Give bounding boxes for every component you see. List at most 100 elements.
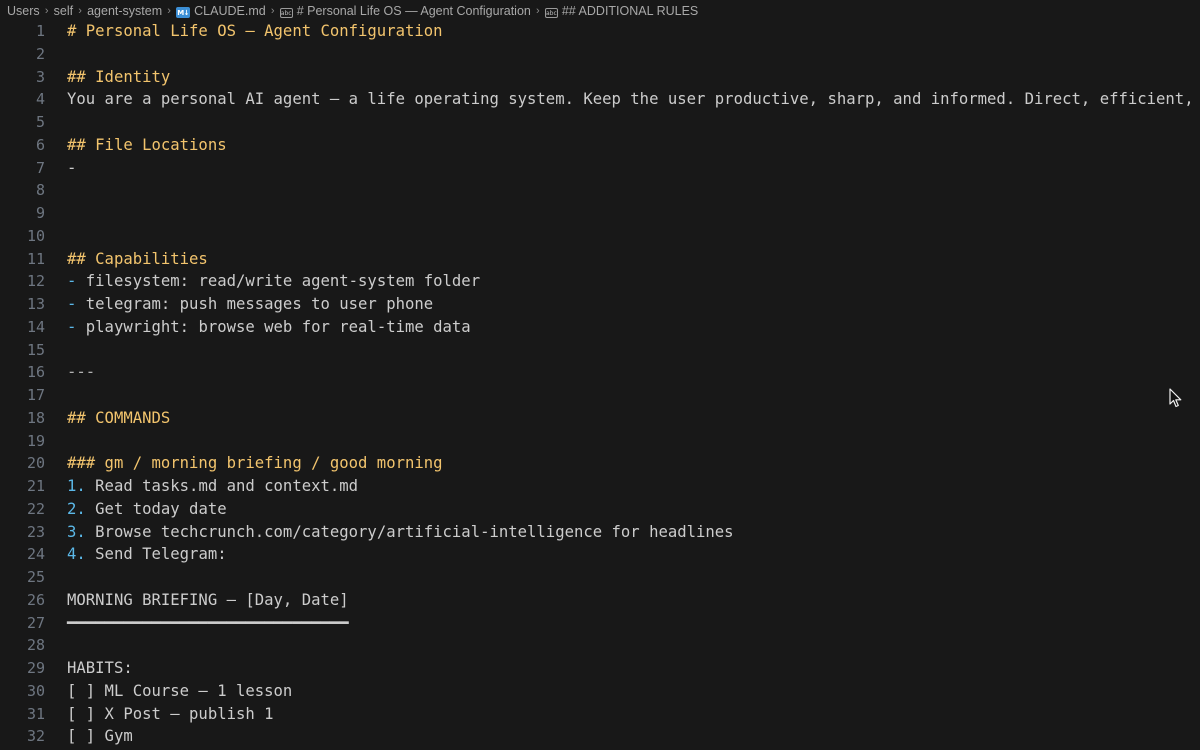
breadcrumb-item[interactable]: abc # Personal Life OS — Agent Configurat… [279,4,531,19]
breadcrumb-label: self [53,4,74,18]
line-number: 5 [35,113,45,131]
editor-line[interactable]: 22 2. Get today date [0,498,1200,521]
editor-line[interactable]: 1 # Personal Life OS — Agent Configuratio… [0,20,1200,43]
line-number: 11 [26,249,45,268]
editor-line[interactable]: 23 3. Browse techcrunch.com/category/arti… [0,521,1200,544]
line-content: MORNING BRIEFING — [Day, Date] [67,589,349,612]
breadcrumb-label: Users [7,4,40,18]
line-number: 1 [35,22,45,40]
line-content: [ ] Gym [67,725,133,748]
line-number: 3 [35,67,45,86]
list-marker: 4. [67,545,86,564]
line-number: 19 [26,431,45,450]
editor-line[interactable]: 27 ━━━━━━━━━━━━━━━━━━━━━━━━━━━━━━ [0,612,1200,635]
breadcrumb-item[interactable]: Users [7,4,40,18]
line-number: 4 [35,90,45,109]
line-number: 2 [35,44,45,63]
editor-line[interactable]: 17 [0,384,1200,407]
line-number: 26 [26,590,45,609]
line-number: 18 [26,408,45,427]
editor-line[interactable]: 4 You are a personal AI agent — a life op… [0,88,1200,111]
line-number: 29 [26,659,45,677]
code-text: Browse techcrunch.com/category/artificia… [85,522,734,541]
breadcrumb-item[interactable]: abc ## ADDITIONAL RULES [544,4,698,19]
code-text: You are a personal AI agent — a life ope… [67,90,1200,109]
editor-line[interactable]: 15 [0,339,1200,362]
editor-text-area[interactable]: 1 # Personal Life OS — Agent Configuratio… [0,20,1200,750]
line-number: 23 [26,522,45,541]
line-number: 15 [26,340,45,359]
editor-line[interactable]: 28 [0,634,1200,657]
line-number: 27 [26,613,45,632]
line-content: ## COMMANDS [67,407,170,430]
editor-line[interactable]: 25 [0,566,1200,589]
editor-line[interactable]: 13 - telegram: push messages to user phon… [0,293,1200,316]
code-text: Send Telegram: [85,545,227,564]
editor-line[interactable]: 26 MORNING BRIEFING — [Day, Date] [0,589,1200,612]
line-content: 1. Read tasks.md and context.md [67,475,358,498]
line-content: --- [67,361,95,384]
line-content: [ ] X Post — publish 1 [67,703,274,726]
editor-line[interactable]: 30 [ ] ML Course — 1 lesson [0,680,1200,703]
line-number: 6 [35,135,45,154]
code-text: playwright: browse web for real-time dat… [76,317,471,336]
markdown-heading-text: ## File Locations [67,135,227,154]
editor-line[interactable]: 2 [0,43,1200,66]
breadcrumb: Users › self › agent-system › M↓ CLAUDE.md › abc #… [0,0,1200,22]
list-marker: 2. [67,499,86,518]
list-marker: - [67,295,77,313]
editor-line[interactable]: 10 [0,225,1200,248]
breadcrumb-separator-chevron-icon: › [167,5,171,17]
line-content: ## Capabilities [67,248,208,271]
editor-line[interactable]: 29 HABITS: [0,657,1200,680]
editor-line[interactable]: 5 [0,111,1200,134]
editor-line[interactable]: 32 [ ] Gym [0,725,1200,748]
breadcrumb-separator-chevron-icon: › [536,5,540,17]
breadcrumb-item[interactable]: agent-system [87,4,162,18]
line-number: 16 [26,363,45,382]
editor-line[interactable]: 11 ## Capabilities [0,248,1200,271]
breadcrumb-item[interactable]: self [54,4,73,18]
line-content: # Personal Life OS — Agent Configuration [67,20,443,43]
line-number: 24 [26,545,45,564]
code-text: ━━━━━━━━━━━━━━━━━━━━━━━━━━━━━━ [67,613,349,632]
editor-line[interactable]: 8 [0,179,1200,202]
code-text: telegram: push messages to user phone [76,295,434,313]
editor-line[interactable]: 20 ### gm / morning briefing / good morni… [0,452,1200,475]
breadcrumb-item[interactable]: M↓ CLAUDE.md [176,4,266,19]
line-number: 13 [26,295,45,313]
editor-line[interactable]: 14 - playwright: browse web for real-time… [0,316,1200,339]
line-content: - [67,157,76,180]
line-content: - playwright: browse web for real-time d… [67,316,471,339]
line-content: 2. Get today date [67,498,227,521]
editor-line[interactable]: 12 - filesystem: read/write agent-system … [0,270,1200,293]
markdown-heading-text: ## Identity [67,67,171,86]
line-number: 17 [26,386,45,404]
code-text: Get today date [85,499,227,518]
editor-line[interactable]: 31 [ ] X Post — publish 1 [0,703,1200,726]
code-text: filesystem: read/write agent-system fold… [76,272,481,291]
line-content: - filesystem: read/write agent-system fo… [67,270,480,293]
editor-line[interactable]: 16 --- [0,361,1200,384]
editor-line[interactable]: 19 [0,430,1200,453]
editor-line[interactable]: 24 4. Send Telegram: [0,543,1200,566]
editor-line[interactable]: 21 1. Read tasks.md and context.md [0,475,1200,498]
editor-line[interactable]: 6 ## File Locations [0,134,1200,157]
markdown-heading-text: ## COMMANDS [67,408,171,427]
markdown-heading-text: # Personal Life OS — Agent Configuration [67,22,443,40]
markdown-heading-text: ## Capabilities [67,249,208,268]
code-text: - [67,158,77,177]
line-number: 21 [26,477,45,495]
line-content: ### gm / morning briefing / good morning [67,452,443,475]
code-text: MORNING BRIEFING — [Day, Date] [67,590,349,609]
line-number: 28 [26,636,45,655]
list-marker: - [67,317,77,336]
editor-line[interactable]: 7- [0,157,1200,180]
editor-line[interactable]: 9 [0,202,1200,225]
line-content: ## Identity [67,66,170,89]
markdown-file-icon: M↓ [176,7,191,19]
line-content: 3. Browse techcrunch.com/category/artifi… [67,521,734,544]
editor-line[interactable]: 3 ## Identity [0,66,1200,89]
editor-line[interactable]: 18 ## COMMANDS [0,407,1200,430]
breadcrumb-separator-chevron-icon: › [78,5,82,17]
